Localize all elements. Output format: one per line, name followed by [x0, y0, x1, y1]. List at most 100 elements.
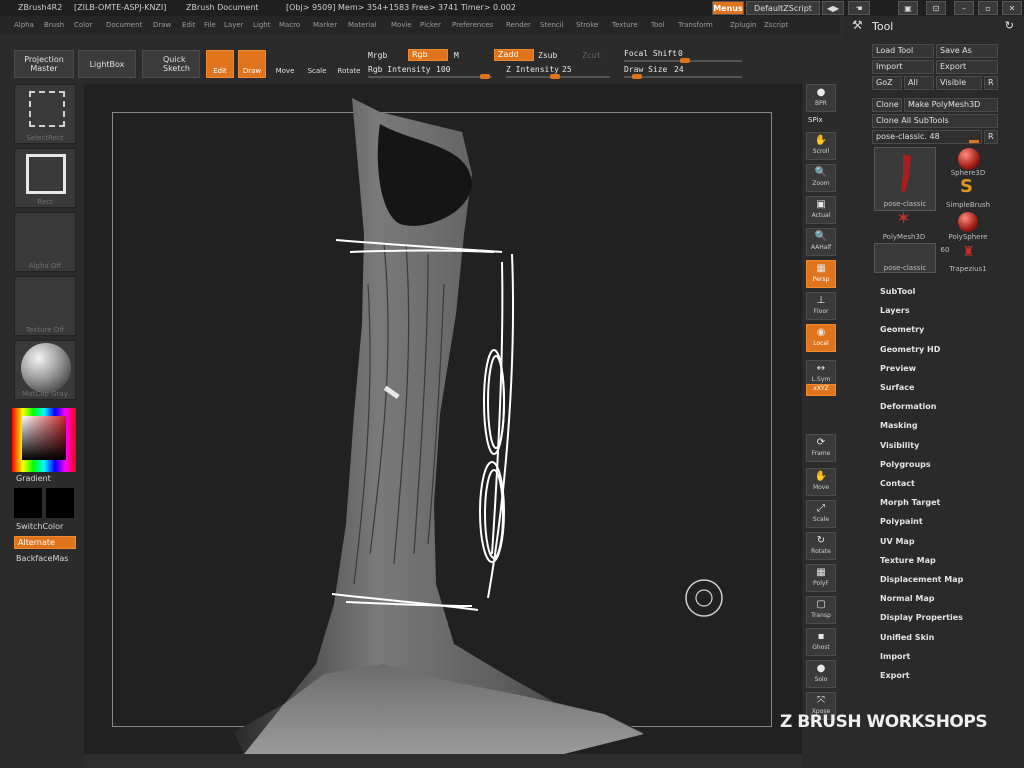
- main-color-swatch[interactable]: [14, 488, 42, 518]
- clone-button[interactable]: Clone: [872, 98, 902, 112]
- shelf-aahalf-button[interactable]: 🔍 AAHalf: [806, 228, 836, 256]
- navigation-gizmo-icon[interactable]: [685, 579, 723, 617]
- menus-button[interactable]: Menus: [712, 1, 744, 15]
- mrgb-toggle[interactable]: Mrgb: [368, 51, 387, 60]
- default-zscript-button[interactable]: DefaultZScript: [746, 1, 820, 15]
- trapezius-thumb-icon[interactable]: ♜: [962, 244, 975, 260]
- layout-icon[interactable]: ▣: [898, 1, 918, 15]
- menu-transform[interactable]: Transform: [678, 21, 713, 29]
- draw-size-slider[interactable]: [624, 74, 742, 79]
- menu-alpha[interactable]: Alpha: [14, 21, 34, 29]
- color-saturation-square[interactable]: [22, 416, 66, 460]
- projection-master-button[interactable]: Projection Master: [14, 50, 74, 78]
- shelf-move-button[interactable]: ✋ Move: [806, 468, 836, 496]
- menu-stencil[interactable]: Stencil: [540, 21, 564, 29]
- rgb-toggle[interactable]: Rgb: [408, 49, 448, 61]
- edit-button[interactable]: Edit: [206, 50, 234, 78]
- alpha-selector[interactable]: Alpha Off: [14, 212, 76, 272]
- sphere3d-thumb-icon[interactable]: [958, 148, 980, 170]
- section-uv-map[interactable]: UV Map: [880, 537, 915, 546]
- rgb-intensity-slider[interactable]: [368, 74, 492, 79]
- section-import[interactable]: Import: [880, 652, 910, 661]
- minimize-icon[interactable]: –: [954, 1, 974, 15]
- section-display-properties[interactable]: Display Properties: [880, 613, 963, 622]
- move-button[interactable]: Move: [272, 50, 298, 78]
- lightbox-button[interactable]: LightBox: [78, 50, 136, 78]
- focal-shift-slider[interactable]: [624, 58, 742, 63]
- material-selector[interactable]: MatCap Gray: [14, 340, 76, 400]
- current-tool-slider[interactable]: pose-classic. 48: [872, 130, 982, 144]
- close-icon[interactable]: ✕: [1002, 1, 1022, 15]
- section-subtool[interactable]: SubTool: [880, 287, 915, 296]
- section-geometry-hd[interactable]: Geometry HD: [880, 345, 940, 354]
- document-canvas[interactable]: [84, 84, 802, 754]
- section-polygroups[interactable]: Polygroups: [880, 460, 931, 469]
- shelf-persp-button[interactable]: ▦ Persp: [806, 260, 836, 288]
- section-surface[interactable]: Surface: [880, 383, 914, 392]
- make-polymesh-button[interactable]: Make PolyMesh3D: [904, 98, 998, 112]
- menu-edit[interactable]: Edit: [182, 21, 196, 29]
- menu-draw[interactable]: Draw: [153, 21, 171, 29]
- spix-label[interactable]: SPix: [808, 116, 823, 124]
- draw-button[interactable]: Draw: [238, 50, 266, 78]
- z-intensity-slider[interactable]: [506, 74, 610, 79]
- polysphere-thumb-icon[interactable]: [958, 212, 978, 232]
- backface-mask-toggle[interactable]: BackfaceMas: [16, 554, 68, 563]
- zcut-toggle[interactable]: Zcut: [582, 51, 601, 60]
- shelf-scale-button[interactable]: ⤢ Scale: [806, 500, 836, 528]
- tool-thumb-pose-classic[interactable]: pose-classic: [874, 147, 936, 211]
- polymesh3d-thumb-icon[interactable]: ✶: [896, 210, 911, 228]
- menu-zscript[interactable]: Zscript: [764, 21, 788, 29]
- simplebrush-thumb-icon[interactable]: S: [960, 178, 973, 196]
- menu-layer[interactable]: Layer: [224, 21, 244, 29]
- alternate-toggle[interactable]: Alternate: [14, 536, 76, 549]
- menu-preferences[interactable]: Preferences: [452, 21, 493, 29]
- export-button[interactable]: Export: [936, 60, 998, 74]
- menu-macro[interactable]: Macro: [279, 21, 300, 29]
- undo-arrows-icon[interactable]: ◀▶: [822, 1, 844, 15]
- section-deformation[interactable]: Deformation: [880, 402, 936, 411]
- section-geometry[interactable]: Geometry: [880, 325, 924, 334]
- load-tool-button[interactable]: Load Tool: [872, 44, 934, 58]
- shelf-bpr-button[interactable]: ● BPR: [806, 84, 836, 112]
- menu-tool[interactable]: Tool: [651, 21, 665, 29]
- menu-light[interactable]: Light: [253, 21, 270, 29]
- refresh-icon[interactable]: ↻: [1005, 19, 1014, 32]
- goz-button[interactable]: GoZ: [872, 76, 902, 90]
- import-button[interactable]: Import: [872, 60, 934, 74]
- section-polypaint[interactable]: Polypaint: [880, 517, 923, 526]
- menu-render[interactable]: Render: [506, 21, 531, 29]
- shelf-zoom-button[interactable]: 🔍 Zoom: [806, 164, 836, 192]
- clone-all-subtools-button[interactable]: Clone All SubTools: [872, 114, 998, 128]
- shelf-transp-button[interactable]: ▢ Transp: [806, 596, 836, 624]
- shelf-polyf-button[interactable]: ▦ PolyF: [806, 564, 836, 592]
- menu-brush[interactable]: Brush: [44, 21, 64, 29]
- tool-thumb-pose-classic-2[interactable]: pose-classic: [874, 243, 936, 273]
- menu-color[interactable]: Color: [74, 21, 92, 29]
- secondary-color-swatch[interactable]: [46, 488, 74, 518]
- shelf-rotate-button[interactable]: ↻ Rotate: [806, 532, 836, 560]
- lock-icon[interactable]: ⊡: [926, 1, 946, 15]
- restore-icon[interactable]: ▫: [978, 1, 998, 15]
- section-masking[interactable]: Masking: [880, 421, 918, 430]
- section-normal-map[interactable]: Normal Map: [880, 594, 934, 603]
- menu-marker[interactable]: Marker: [313, 21, 337, 29]
- all-button[interactable]: All: [904, 76, 934, 90]
- menu-stroke[interactable]: Stroke: [576, 21, 598, 29]
- scale-button[interactable]: Scale: [304, 50, 330, 78]
- m-toggle[interactable]: M: [454, 51, 459, 60]
- shelf-ghost-button[interactable]: ▪ Ghost: [806, 628, 836, 656]
- section-unified-skin[interactable]: Unified Skin: [880, 633, 934, 642]
- r-button[interactable]: R: [984, 76, 998, 90]
- rotate-button[interactable]: Rotate: [336, 50, 362, 78]
- save-as-button[interactable]: Save As: [936, 44, 998, 58]
- menu-material[interactable]: Material: [348, 21, 376, 29]
- shelf-local-button[interactable]: ◉ Local: [806, 324, 836, 352]
- shelf-scroll-button[interactable]: ✋ Scroll: [806, 132, 836, 160]
- switch-color-button[interactable]: SwitchColor: [16, 522, 63, 531]
- section-layers[interactable]: Layers: [880, 306, 910, 315]
- menu-file[interactable]: File: [204, 21, 216, 29]
- shelf-actual-button[interactable]: ▣ Actual: [806, 196, 836, 224]
- section-morph-target[interactable]: Morph Target: [880, 498, 940, 507]
- menu-picker[interactable]: Picker: [420, 21, 441, 29]
